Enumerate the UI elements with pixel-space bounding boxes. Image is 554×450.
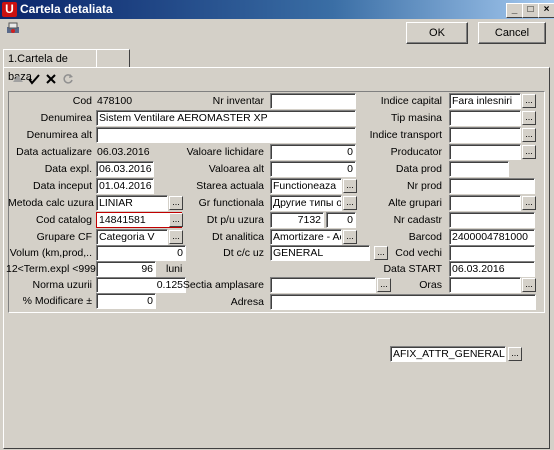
label-sectia-amplasare: Sectia amplasare [182,279,264,291]
cancel-button[interactable]: Cancel [478,22,546,44]
data-start-field[interactable]: 06.03.2016 [449,261,535,277]
label-tip-masina: Tip masina [391,112,442,124]
term-expl-unit: luni [166,263,183,275]
minimize-button[interactable]: _ [506,3,523,18]
label-valoarea-alt: Valoarea alt [208,163,264,175]
label-metoda-calc-uzura: Metoda calc uzura [8,197,94,209]
tip-masina-picker-button[interactable]: ... [522,111,536,125]
data-expl-field[interactable]: 06.03.2016 [96,161,154,177]
label-producator: Producator [390,146,442,158]
indice-capital-picker-button[interactable]: ... [522,94,536,108]
data-inceput-field[interactable]: 01.04.2016 [96,178,154,194]
label-indice-transport: Indice transport [369,129,442,141]
cod-vechi-field[interactable] [449,245,535,261]
alte-grupari-field[interactable] [449,195,521,211]
label-denumirea-alt: Denumirea alt [26,129,92,141]
close-button[interactable]: × [538,3,554,18]
label-dt-cc-uz: Dt c/c uz [223,247,264,259]
label-barcod: Barcod [408,231,442,243]
app-logo-icon: U [2,2,17,17]
afix-attr-picker-button[interactable]: ... [508,347,522,361]
tab-empty[interactable] [96,49,130,68]
oras-picker-button[interactable]: ... [522,278,536,292]
producator-field[interactable] [449,144,521,160]
starea-actuala-picker-button[interactable]: ... [343,179,357,193]
label-cod: Cod [72,95,92,107]
label-norma-uzurii: Norma uzurii [32,279,92,291]
grupare-cf-field[interactable]: Categoria V [96,229,168,245]
afix-attr-field[interactable]: AFIX_ATTR_GENERAL [390,346,506,362]
label-nr-prod: Nr prod [406,180,442,192]
dt-pu-uzura-secondary-field[interactable]: 0 [326,212,356,228]
label-nr-cadastr: Nr cadastr [393,214,442,226]
ok-button[interactable]: OK [406,22,468,44]
label-starea-actuala: Starea actuala [196,180,264,192]
label-data-start: Data START [383,263,442,275]
label-gr-functionala: Gr functionala [198,197,264,209]
dt-analitica-field[interactable]: Amortizare - Acti [270,229,342,245]
indice-capital-field[interactable]: Fara inlesniri [449,93,521,109]
label-data-expl: Data expl. [44,163,92,175]
data-prod-field[interactable] [449,161,509,177]
denumirea-alt-field[interactable] [96,127,356,143]
label-alte-grupari: Alte grupari [388,197,442,209]
indice-transport-field[interactable] [449,127,521,143]
gr-functionala-field[interactable]: Другие типы о [270,195,342,211]
label-indice-capital: Indice capital [380,95,442,107]
label-data-inceput: Data inceput [33,180,92,192]
maximize-button[interactable]: □ [522,3,539,18]
label-data-actualizare: Data actualizare [16,146,92,158]
oras-field[interactable] [449,277,521,293]
valoarea-alt-field[interactable]: 0 [270,161,356,177]
tab-cartela-de-baza[interactable]: 1.Cartela de baza [3,49,97,83]
valoare-lichidare-field[interactable]: 0 [270,144,356,160]
label-volum: Volum (km,prod,.. [9,247,92,259]
label-cod-vechi: Cod vechi [395,247,442,259]
tip-masina-field[interactable] [449,110,521,126]
nr-prod-field[interactable] [449,178,535,194]
delete-icon[interactable] [45,73,57,88]
label-nr-inventar: Nr inventar [212,95,264,107]
denumirea-field[interactable]: Sistem Ventilare AEROMASTER XP [96,110,356,126]
label-term-expl: 12<Term.expl <999 [6,263,96,275]
producator-picker-button[interactable]: ... [522,145,536,159]
label-valoare-lichidare: Valoare lichidare [186,146,264,158]
norma-uzurii-field[interactable]: 0.125 [96,277,186,293]
label-oras: Oras [419,279,442,291]
label-data-prod: Data prod [395,163,442,175]
metoda-calc-uzura-field[interactable]: LINIAR [96,195,168,211]
label-dt-pu-uzura: Dt p/u uzura [206,214,264,226]
nr-inventar-field[interactable] [270,93,356,109]
value-cod: 478100 [97,95,133,107]
window-title: Cartela detaliata [20,2,113,16]
dt-pu-uzura-field[interactable]: 7132 [270,212,324,228]
term-expl-field[interactable]: 96 [96,261,156,277]
label-grupare-cf: Grupare CF [36,231,92,243]
label-adresa: Adresa [230,296,264,308]
dt-analitica-picker-button[interactable]: ... [343,230,357,244]
volum-field[interactable]: 0 [96,245,186,261]
indice-transport-picker-button[interactable]: ... [522,128,536,142]
gr-functionala-picker-button[interactable]: ... [343,196,357,210]
dt-cc-uz-field[interactable]: GENERAL [270,245,370,261]
adresa-field[interactable] [270,294,536,310]
modificare-field[interactable]: 0 [96,293,156,309]
alte-grupari-picker-button[interactable]: ... [522,196,536,210]
refresh-icon[interactable] [62,73,74,88]
starea-actuala-field[interactable]: Functioneaza [270,178,342,194]
barcod-field[interactable]: 2400004781000 [449,229,535,245]
value-data-actualizare: 06.03.2016 [97,146,150,158]
print-icon[interactable] [6,22,20,36]
label-cod-catalog: Cod catalog [35,214,92,226]
label-denumirea: Denumirea [40,112,92,124]
nr-cadastr-field[interactable] [449,212,535,228]
label-dt-analitica: Dt analitica [212,231,264,243]
check-icon[interactable] [28,73,40,88]
label-modificare: % Modificare ± [22,295,92,307]
up-arrow-icon[interactable] [12,73,24,88]
